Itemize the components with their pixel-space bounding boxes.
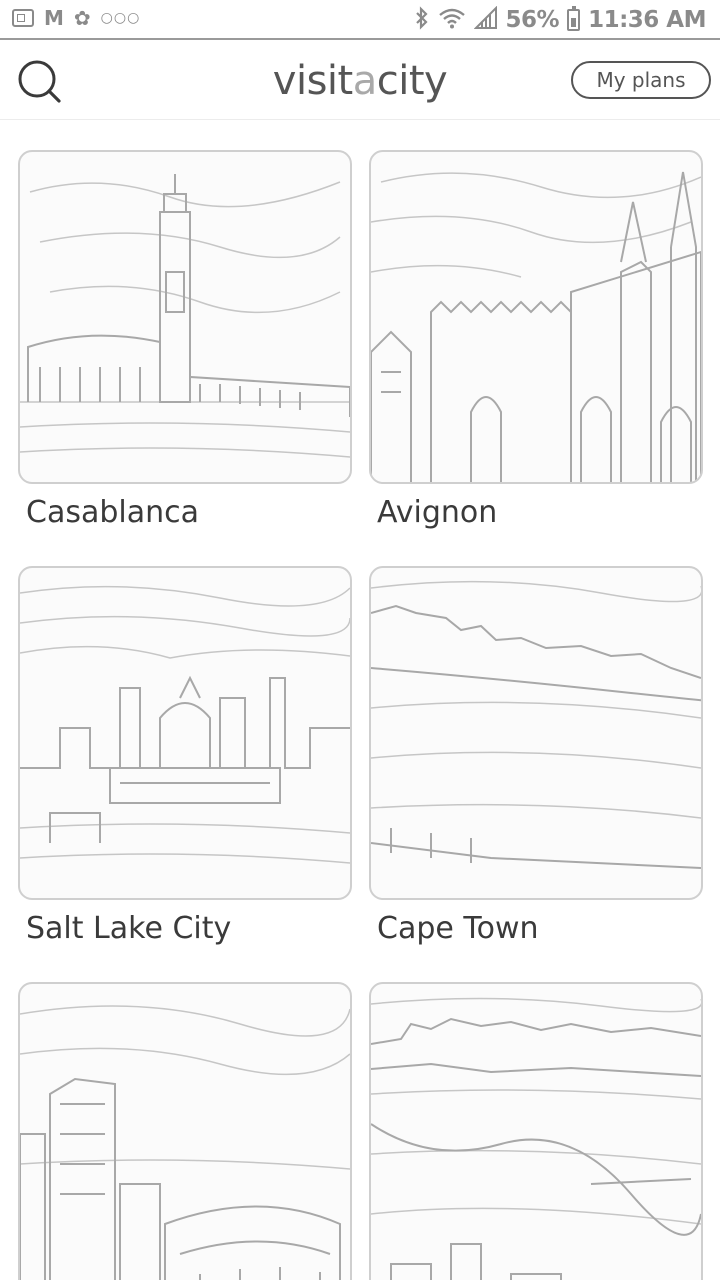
battery-icon xyxy=(567,6,581,31)
notification-icons: M ✿ ○○○ xyxy=(12,8,140,28)
city-image[interactable] xyxy=(18,982,352,1280)
city-card-salt-lake-city[interactable]: Salt Lake City xyxy=(18,566,352,948)
city-image[interactable] xyxy=(18,566,352,900)
city-grid: Casablanca Avignon Salt Lake City Cape T… xyxy=(0,120,720,1280)
city-name: Cape Town xyxy=(377,911,539,946)
palace-towers-icon xyxy=(371,171,701,482)
city-card[interactable] xyxy=(369,982,703,1280)
city-image[interactable] xyxy=(369,150,703,484)
signal-icon xyxy=(473,5,498,34)
app-header: visitacity My plans xyxy=(0,42,720,120)
system-icons: 56% 11:36 AM xyxy=(414,5,706,34)
brand-text-city: city xyxy=(376,58,448,104)
city-name: Salt Lake City xyxy=(26,911,232,946)
bluetooth-icon xyxy=(414,6,430,34)
brand-text-accent: a xyxy=(352,58,378,104)
brand-text-visit: visit xyxy=(272,58,353,104)
stadium-city-icon xyxy=(20,1005,350,1280)
my-plans-button[interactable]: My plans xyxy=(571,61,711,99)
battery-percent: 56% xyxy=(505,7,560,33)
city-image[interactable] xyxy=(369,566,703,900)
gmail-notification-icon: M xyxy=(44,6,64,30)
city-card-avignon[interactable]: Avignon xyxy=(369,150,703,532)
mosque-minaret-icon xyxy=(20,174,350,458)
city-card-casablanca[interactable]: Casablanca xyxy=(18,150,352,532)
flower-notification-icon: ✿ xyxy=(73,6,91,30)
city-image[interactable] xyxy=(18,150,352,484)
city-name: Avignon xyxy=(377,495,498,530)
city-name: Casablanca xyxy=(26,495,199,530)
wifi-icon xyxy=(438,6,466,34)
city-image[interactable] xyxy=(369,982,703,1280)
status-bar: M ✿ ○○○ 56% 11:36 AM xyxy=(0,0,720,40)
more-notifications-icon: ○○○ xyxy=(100,10,141,26)
city-card[interactable] xyxy=(18,982,352,1280)
mountain-coast-icon xyxy=(371,580,701,869)
harbor-city-icon xyxy=(371,997,701,1280)
city-card-cape-town[interactable]: Cape Town xyxy=(369,566,703,948)
city-skyline-icon xyxy=(20,585,350,864)
gallery-notification-icon xyxy=(12,9,34,27)
clock: 11:36 AM xyxy=(588,7,706,33)
